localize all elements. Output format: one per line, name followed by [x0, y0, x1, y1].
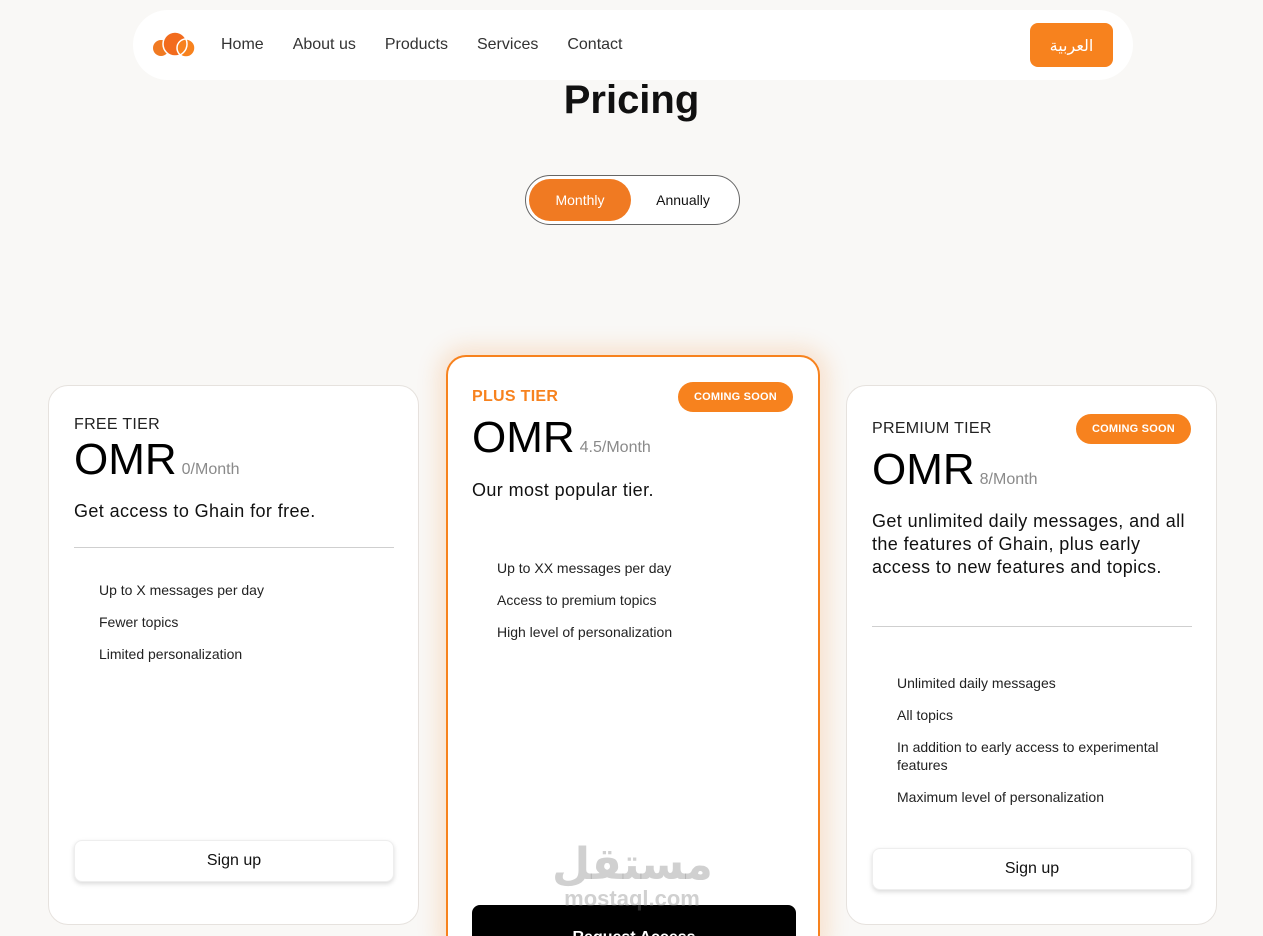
tier-name: PLUS TIER	[472, 388, 559, 405]
list-item: Up to X messages per day	[99, 582, 264, 598]
price-period: 0/Month	[181, 461, 240, 478]
page: Home About us Products Services Contact …	[0, 0, 1263, 936]
sign-up-button[interactable]: Sign up	[872, 848, 1192, 890]
coming-soon-badge: COMING SOON	[1076, 414, 1191, 444]
nav-link-home[interactable]: Home	[221, 36, 264, 54]
price-period: 8/Month	[979, 471, 1038, 488]
coming-soon-badge: COMING SOON	[678, 382, 793, 412]
list-item: All topics	[897, 707, 954, 723]
list-item: Up to XX messages per day	[497, 560, 672, 576]
list-item: High level of personalization	[497, 624, 673, 640]
pricing-card-premium: PREMIUM TIER COMING SOON OMR 8/Month Get…	[846, 385, 1217, 925]
list-item: Unlimited daily messages	[897, 675, 1056, 691]
nav-link-services[interactable]: Services	[477, 36, 538, 54]
tier-name: PREMIUM TIER	[872, 420, 992, 437]
feature-list: Up to X messages per day Fewer topics Li…	[99, 581, 389, 677]
price-currency: OMR	[74, 435, 177, 484]
feature-list: Unlimited daily messages All topics In a…	[897, 674, 1187, 820]
list-item: Access to premium topics	[497, 592, 657, 608]
tier-description: Our most popular tier.	[472, 480, 654, 500]
divider	[74, 547, 394, 548]
tier-name: FREE TIER	[74, 416, 160, 433]
toggle-monthly[interactable]: Monthly	[529, 179, 631, 221]
logo-icon[interactable]	[153, 31, 197, 59]
pricing-card-free: FREE TIER OMR 0/Month Get access to Ghai…	[48, 385, 419, 925]
price-row: OMR 4.5/Month	[472, 416, 651, 460]
top-navbar: Home About us Products Services Contact …	[133, 10, 1133, 80]
list-item: Limited personalization	[99, 646, 243, 662]
page-title: Pricing	[563, 78, 700, 122]
list-item: In addition to early access to experimen…	[897, 739, 1159, 773]
toggle-annually[interactable]: Annually	[632, 179, 734, 221]
nav-link-products[interactable]: Products	[385, 36, 448, 54]
language-switch-button[interactable]: العربية	[1030, 23, 1113, 67]
watermark: مستقل mostaql.com	[552, 839, 713, 911]
feature-list: Up to XX messages per day Access to prem…	[497, 559, 787, 655]
divider	[872, 626, 1192, 627]
watermark-latin: mostaql.com	[564, 886, 700, 911]
sign-up-button[interactable]: Sign up	[74, 840, 394, 882]
price-period: 4.5/Month	[579, 439, 651, 456]
price-currency: OMR	[872, 445, 975, 494]
tier-description: Get access to Ghain for free.	[74, 501, 316, 521]
price-row: OMR 8/Month	[872, 448, 1037, 492]
watermark-arabic: مستقل	[552, 839, 713, 890]
nav-link-contact[interactable]: Contact	[567, 36, 622, 54]
billing-toggle: Monthly Annually	[525, 175, 740, 225]
nav-links: Home About us Products Services Contact	[221, 10, 651, 80]
list-item: Maximum level of personalization	[897, 789, 1104, 805]
price-currency: OMR	[472, 413, 575, 462]
nav-link-about[interactable]: About us	[293, 36, 356, 54]
price-row: OMR 0/Month	[74, 438, 239, 482]
tier-description: Get unlimited daily messages, and all th…	[872, 511, 1185, 577]
list-item: Fewer topics	[99, 614, 179, 630]
